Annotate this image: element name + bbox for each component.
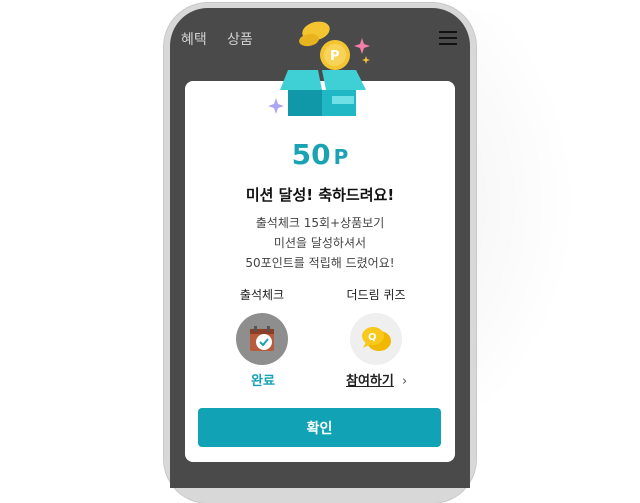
mission-label: 출석체크 [239, 288, 285, 302]
description-line: 50포인트를 적립해 드렸어요! [245, 256, 395, 270]
hamburger-menu-icon[interactable] [439, 31, 457, 45]
mission-label: 더드림 퀴즈 [346, 288, 406, 302]
sparkle-icon [362, 56, 370, 64]
mission-attendance: 출석체크 [217, 286, 307, 365]
mission-status-completed: 완료 [251, 374, 275, 389]
modal-title: 미션 달성! 축하드려요! [245, 186, 395, 204]
svg-text:P: P [330, 49, 340, 64]
sparkle-icon [354, 38, 370, 54]
quiz-join-link[interactable]: 참여하기 › [346, 370, 407, 389]
confirm-button[interactable]: 확인 [198, 408, 441, 447]
description-line: 미션을 달성하셔서 [273, 236, 367, 250]
svg-text:Q: Q [368, 332, 377, 343]
points-unit: P [333, 145, 349, 169]
description-line: 출석체크 15회+상품보기 [255, 216, 385, 230]
mission-quiz: 더드림 퀴즈 Q [331, 286, 421, 365]
gift-box-illustration: P [268, 21, 370, 116]
calendar-check-icon [236, 313, 288, 365]
sparkle-icon [268, 98, 284, 114]
quiz-join-label[interactable]: 참여하기 [346, 374, 394, 389]
points-value: 50 [291, 138, 331, 171]
modal-description: 출석체크 15회+상품보기 미션을 달성하셔서 50포인트를 적립해 드렸어요! [185, 213, 455, 273]
tab-products[interactable]: 상품 [227, 29, 253, 49]
chevron-right-icon: › [401, 374, 408, 389]
quiz-bubble-icon: Q [350, 313, 402, 365]
tab-benefits[interactable]: 혜택 [181, 29, 207, 49]
earned-points: 50 P [185, 138, 455, 171]
